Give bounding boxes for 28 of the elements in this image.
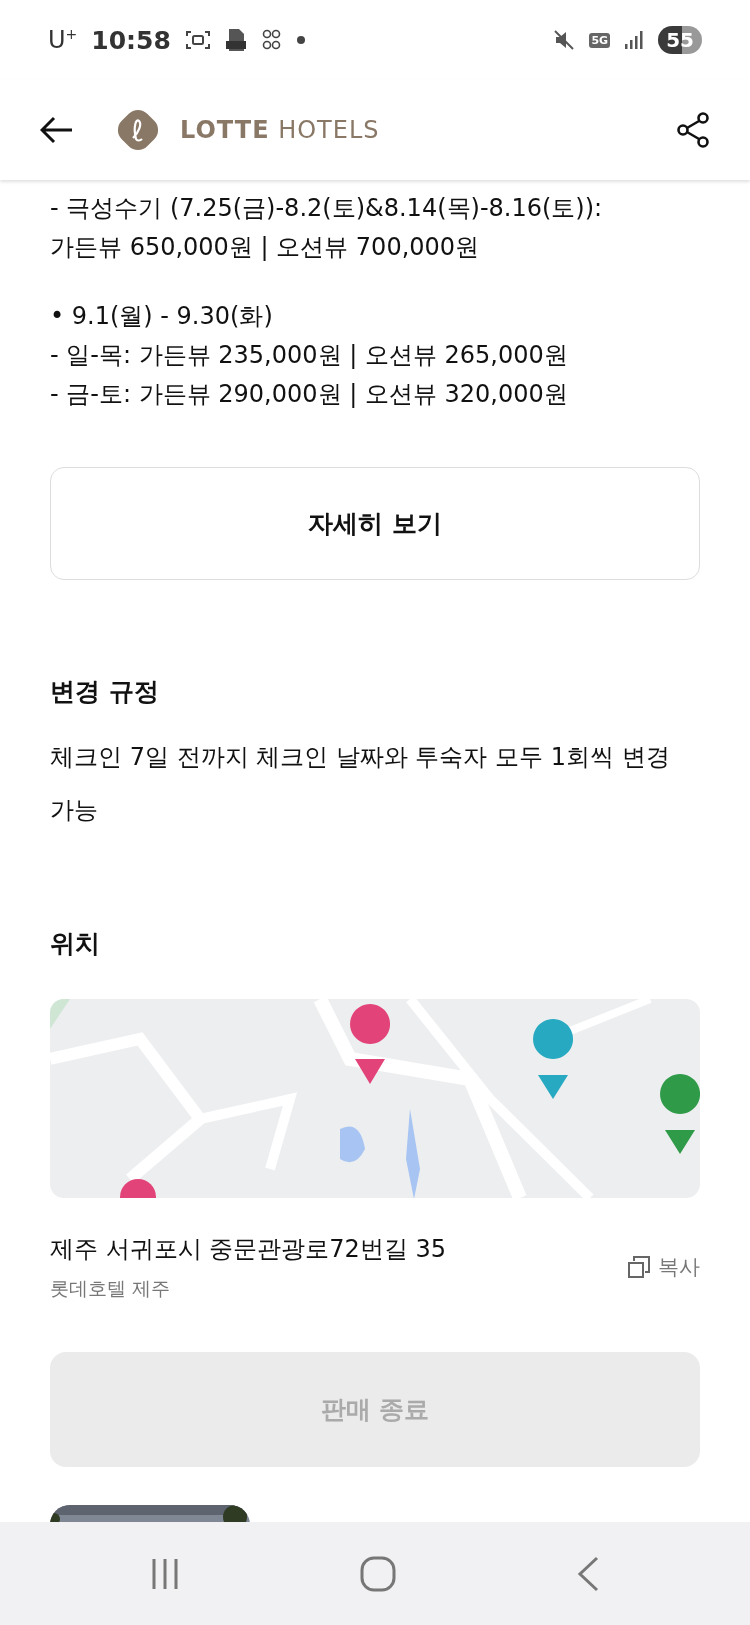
recent-apps-icon[interactable] <box>150 1556 180 1591</box>
rate-text: 가든뷰 650,000원 | 오션뷰 700,000원 <box>50 232 481 263</box>
mute-icon <box>553 29 576 51</box>
policy-text: 체크인 7일 전까지 체크인 날짜와 투숙자 모두 1회씩 변경 가능 <box>50 742 671 826</box>
section-title: 위치 <box>50 928 101 960</box>
address-text: 제주 서귀포시 중문관광로72번길 35 <box>50 1234 447 1265</box>
clock: 10:58 <box>91 25 171 55</box>
battery-level: 55 <box>658 26 702 54</box>
copy-button[interactable]: 복사 <box>628 1253 700 1281</box>
rate-text: • 9.1(월) - 9.30(화) <box>50 301 274 332</box>
brand-name: LOTTE HOTELS <box>180 116 380 144</box>
document-icon <box>224 28 247 52</box>
place-name: 롯데호텔 제주 <box>50 1276 172 1301</box>
dot-icon <box>296 36 305 44</box>
grid-icon <box>260 28 283 52</box>
rate-text: - 극성수기 (7.25(금)-8.2(토)&8.14(목)-8.16(토)): <box>50 193 604 224</box>
copy-icon <box>628 1256 650 1278</box>
carrier: U$^{+}$ <box>48 26 78 54</box>
home-icon[interactable] <box>360 1555 396 1592</box>
network-badge: 5G <box>589 32 611 48</box>
section-title: 변경 규정 <box>50 676 160 708</box>
back-icon[interactable] <box>40 116 74 144</box>
rate-text: - 금-토: 가든뷰 290,000원 | 오션뷰 320,000원 <box>50 379 569 410</box>
details-button[interactable]: 자세히 보기 <box>50 467 700 580</box>
share-icon[interactable] <box>676 112 710 148</box>
signal-icon <box>624 30 645 50</box>
rate-text: - 일-목: 가든뷰 235,000원 | 오션뷰 265,000원 <box>50 340 569 371</box>
screenshot-icon <box>184 29 211 51</box>
